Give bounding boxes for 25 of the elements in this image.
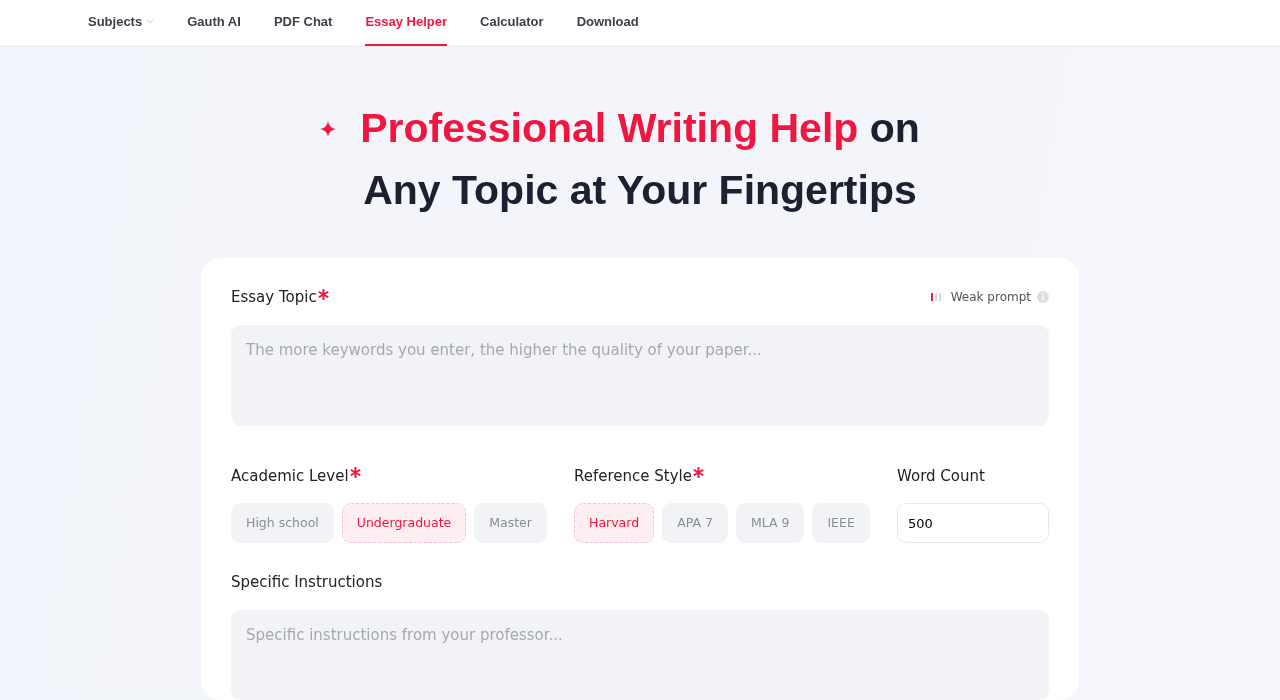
sparkle-icon	[320, 121, 336, 137]
field-label: Academic Level	[231, 465, 349, 487]
nav-link[interactable]: Subjects	[88, 0, 155, 46]
option-chip[interactable]: Master	[474, 503, 547, 543]
option-chip[interactable]: Undergraduate	[341, 503, 467, 543]
option-chip[interactable]: High school	[231, 503, 334, 543]
instructions-field[interactable]: Specific instructions from your professor...	[231, 609, 1049, 700]
option-chip[interactable]: Harvard	[574, 503, 655, 543]
nav-link[interactable]: PDF Chat	[273, 0, 333, 46]
option-chip[interactable]: MLA 9	[735, 503, 805, 543]
nav-link[interactable]: Download	[576, 0, 639, 46]
info-icon[interactable]	[1037, 291, 1049, 304]
option-chip[interactable]: APA 7	[662, 503, 728, 543]
strength-label: Weak prompt	[950, 289, 1031, 307]
field-label: Reference Style	[574, 465, 692, 487]
nav-link[interactable]: Calculator	[480, 0, 544, 46]
word-count-field[interactable]: 500	[897, 503, 1049, 543]
option-chip[interactable]: IEEE	[812, 503, 870, 543]
nav-link[interactable]: Essay Helper	[365, 0, 448, 46]
essay-topic-field[interactable]: The more keywords you enter, the higher the quality of your paper...	[231, 324, 1049, 426]
field-label: Specific Instructions	[231, 572, 383, 593]
nav-link[interactable]: Gauth AI	[187, 0, 241, 46]
field-label: Essay Topic	[231, 287, 317, 308]
field-label: Word Count	[897, 465, 985, 487]
headline: Professional Writing Help on Any Topic at Your Fingertips	[359, 104, 921, 215]
